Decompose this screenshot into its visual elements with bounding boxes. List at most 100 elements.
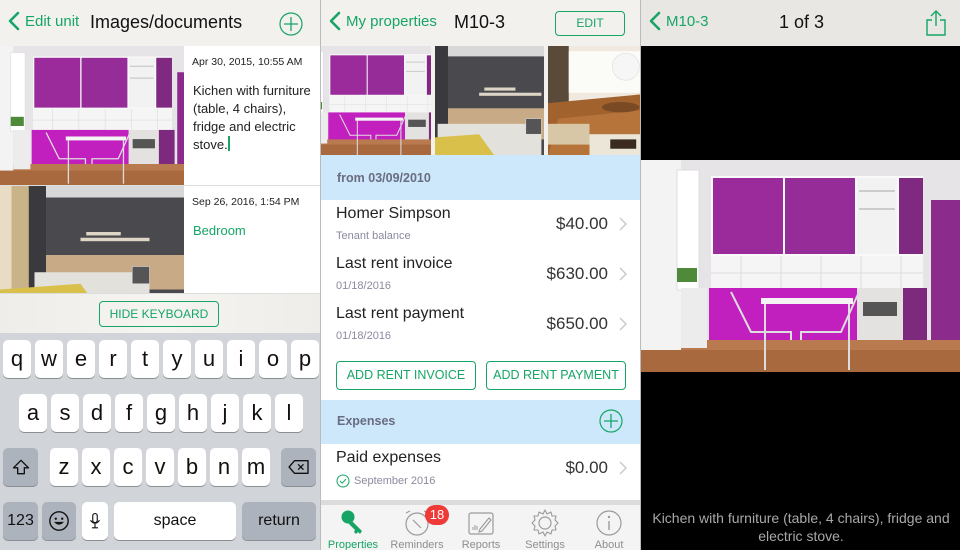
key-d[interactable]: d: [83, 394, 111, 432]
page-title: M10-3: [454, 12, 506, 32]
key-u[interactable]: u: [195, 340, 223, 378]
key-q[interactable]: q: [3, 340, 31, 378]
document-description-input[interactable]: Bedroom: [193, 222, 315, 240]
tab-properties[interactable]: Properties: [321, 507, 385, 550]
dictation-key[interactable]: [82, 502, 108, 540]
tab-label: Reminders: [390, 539, 444, 550]
document-row[interactable]: Sep 26, 2016, 1:54 PM Bedroom: [0, 186, 320, 294]
tab-about[interactable]: About: [577, 507, 640, 550]
delete-key[interactable]: [281, 448, 316, 486]
key-m[interactable]: m: [242, 448, 270, 486]
tenant-balance-row[interactable]: Homer Simpson Tenant balance $40.00: [321, 200, 640, 250]
key-a[interactable]: a: [19, 394, 47, 432]
key-v[interactable]: v: [146, 448, 174, 486]
back-label: M10-3: [666, 12, 709, 30]
key-t[interactable]: t: [131, 340, 159, 378]
chevron-left-icon: [649, 11, 661, 31]
key-b[interactable]: b: [178, 448, 206, 486]
edit-button[interactable]: EDIT: [555, 11, 625, 36]
key-y[interactable]: y: [163, 340, 191, 378]
key-s[interactable]: s: [51, 394, 79, 432]
share-icon[interactable]: [925, 9, 947, 37]
key-p[interactable]: p: [291, 340, 319, 378]
back-button[interactable]: M10-3: [649, 11, 709, 31]
microphone-icon: [90, 512, 100, 529]
key-o[interactable]: o: [259, 340, 287, 378]
key-f[interactable]: f: [115, 394, 143, 432]
backspace-icon: [287, 460, 309, 474]
document-row[interactable]: Apr 30, 2015, 10:55 AM Kichen with furni…: [0, 46, 320, 186]
bedroom-thumbnail[interactable]: [0, 186, 184, 293]
info-icon: [596, 510, 622, 536]
tab-label: Properties: [327, 539, 379, 550]
last-rent-payment-row[interactable]: Last rent payment 01/18/2016 $650.00: [321, 300, 640, 350]
tab-label: About: [594, 539, 624, 550]
row-amount: $40.00: [556, 214, 608, 233]
tab-settings[interactable]: Settings: [513, 507, 577, 550]
kitchen-thumbnail[interactable]: [321, 46, 431, 156]
shift-icon: [12, 459, 29, 475]
back-button[interactable]: My properties: [329, 11, 437, 31]
bedroom-thumbnail[interactable]: [435, 46, 544, 156]
full-size-image[interactable]: [641, 160, 960, 372]
text-cursor: [227, 136, 230, 151]
tab-bar: Properties Reminders 18 Reports Settings…: [321, 500, 640, 550]
images-documents-screen: Edit unit Images/documents Apr 30, 2015,…: [0, 0, 320, 550]
keyboard: qwertyuiop asdfghjkl zxcvbnm 123 space r…: [0, 333, 320, 550]
description-text: Kichen with furniture (table, 4 chairs),…: [193, 83, 311, 152]
rent-section-header: from 03/09/2010: [321, 155, 640, 200]
document-description-input[interactable]: Kichen with furniture (table, 4 chairs),…: [193, 82, 315, 154]
paid-expenses-row[interactable]: Paid expenses September 2016 $0.00: [321, 444, 640, 494]
tab-label: Reports: [461, 539, 501, 550]
numbers-key[interactable]: 123: [3, 502, 38, 540]
emoji-key[interactable]: [42, 502, 76, 540]
chevron-left-icon: [8, 11, 20, 31]
row-title: Paid expenses: [336, 449, 441, 466]
key-c[interactable]: c: [114, 448, 142, 486]
chevron-left-icon: [329, 11, 341, 31]
document-date: Sep 26, 2016, 1:54 PM: [192, 196, 300, 208]
row-amount: $650.00: [546, 314, 608, 333]
kitchen-thumbnail[interactable]: [0, 46, 184, 185]
page-title: Images/documents: [90, 12, 243, 32]
tab-reports[interactable]: Reports: [449, 507, 513, 550]
property-detail-screen: My properties M10-3 EDIT from 03/09/2010…: [320, 0, 640, 550]
add-rent-invoice-button[interactable]: ADD RENT INVOICE: [336, 361, 476, 390]
key-z[interactable]: z: [50, 448, 78, 486]
back-button[interactable]: Edit unit: [8, 11, 79, 31]
add-expense-button[interactable]: [599, 409, 623, 433]
image-viewer-screen: M10-3 1 of 3 Kichen with furniture (tabl…: [640, 0, 960, 550]
key-j[interactable]: j: [211, 394, 239, 432]
key-e[interactable]: e: [67, 340, 95, 378]
image-counter: 1 of 3: [779, 12, 825, 32]
add-rent-payment-button[interactable]: ADD RENT PAYMENT: [486, 361, 626, 390]
key-r[interactable]: r: [99, 340, 127, 378]
key-k[interactable]: k: [243, 394, 271, 432]
hide-keyboard-button[interactable]: HIDE KEYBOARD: [99, 301, 219, 327]
back-label: My properties: [346, 12, 437, 30]
gear-icon: [531, 509, 559, 537]
tab-label: Settings: [525, 539, 565, 550]
key-w[interactable]: w: [35, 340, 63, 378]
add-document-button[interactable]: [279, 12, 303, 36]
row-amount: $630.00: [546, 264, 608, 283]
photo-gallery: [321, 46, 640, 156]
shift-key[interactable]: [3, 448, 38, 486]
key-x[interactable]: x: [82, 448, 110, 486]
living-room-thumbnail[interactable]: [548, 46, 640, 156]
space-key[interactable]: space: [114, 502, 236, 540]
row-title: Last rent payment: [336, 305, 465, 322]
expenses-section-header: Expenses: [321, 400, 640, 444]
key-g[interactable]: g: [147, 394, 175, 432]
key-h[interactable]: h: [179, 394, 207, 432]
check-circle-icon: [336, 474, 350, 488]
key-i[interactable]: i: [227, 340, 255, 378]
chart-pen-icon: [468, 512, 494, 535]
navigation-bar: Edit unit Images/documents: [0, 0, 320, 46]
key-icon: [341, 510, 362, 534]
return-key[interactable]: return: [242, 502, 316, 540]
key-n[interactable]: n: [210, 448, 238, 486]
key-l[interactable]: l: [275, 394, 303, 432]
navigation-bar: My properties M10-3 EDIT: [321, 0, 640, 46]
last-rent-invoice-row[interactable]: Last rent invoice 01/18/2016 $630.00: [321, 250, 640, 300]
